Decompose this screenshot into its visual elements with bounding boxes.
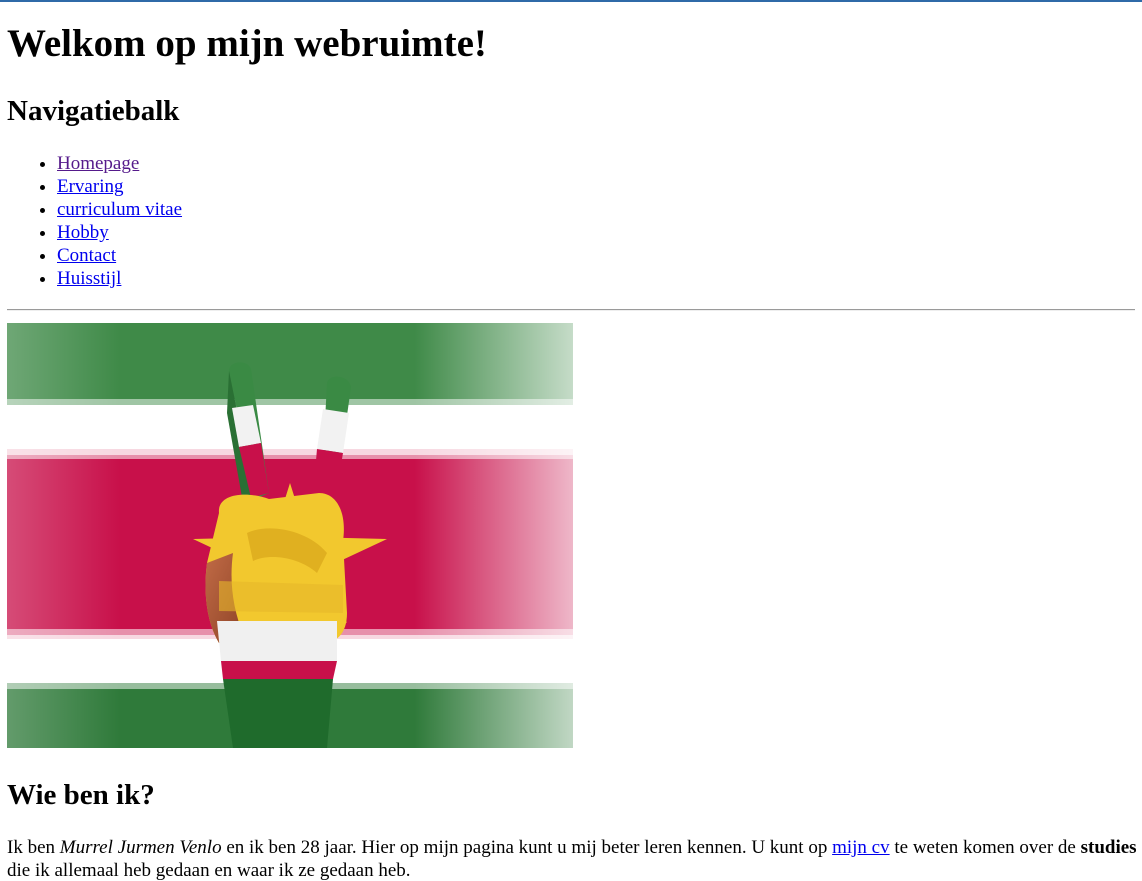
about-paragraph: Ik ben Murrel Jurmen Venlo en ik ben 28 … (7, 836, 1137, 881)
cv-link[interactable]: mijn cv (832, 837, 890, 858)
nav-link-homepage[interactable]: Homepage (57, 153, 139, 174)
studies-emphasis: studies (1080, 837, 1137, 858)
intro-text-1: Ik ben (7, 837, 60, 858)
window-top-border (0, 0, 1142, 2)
nav-link-contact[interactable]: Contact (57, 245, 116, 266)
intro-text-4: die ik allemaal heb gedaan en waar ik ze… (7, 860, 411, 881)
author-name: Murrel Jurmen Venlo (59, 837, 222, 858)
nav-item-cv: curriculum vitae (57, 198, 182, 221)
nav-link-hobby[interactable]: Hobby (57, 222, 109, 243)
nav-item-homepage: Homepage (57, 152, 182, 175)
nav-link-ervaring[interactable]: Ervaring (57, 176, 123, 197)
nav-item-ervaring: Ervaring (57, 175, 182, 198)
nav-link-cv[interactable]: curriculum vitae (57, 199, 182, 220)
nav-item-hobby: Hobby (57, 221, 182, 244)
nav-link-huisstijl[interactable]: Huisstijl (57, 268, 121, 289)
nav-heading: Navigatiebalk (7, 95, 180, 127)
suriname-peace-hand-image (7, 323, 573, 748)
intro-text-3: te weten komen over de (889, 837, 1081, 858)
intro-text-2: en ik ben 28 jaar. Hier op mijn pagina k… (221, 837, 833, 858)
hero-image (7, 323, 573, 748)
about-heading: Wie ben ik? (7, 779, 155, 811)
page-title: Welkom op mijn webruimte! (7, 22, 487, 65)
nav-item-huisstijl: Huisstijl (57, 267, 182, 290)
section-divider (7, 309, 1135, 311)
nav-list: Homepage Ervaring curriculum vitae Hobby… (7, 152, 182, 290)
nav-item-contact: Contact (57, 244, 182, 267)
